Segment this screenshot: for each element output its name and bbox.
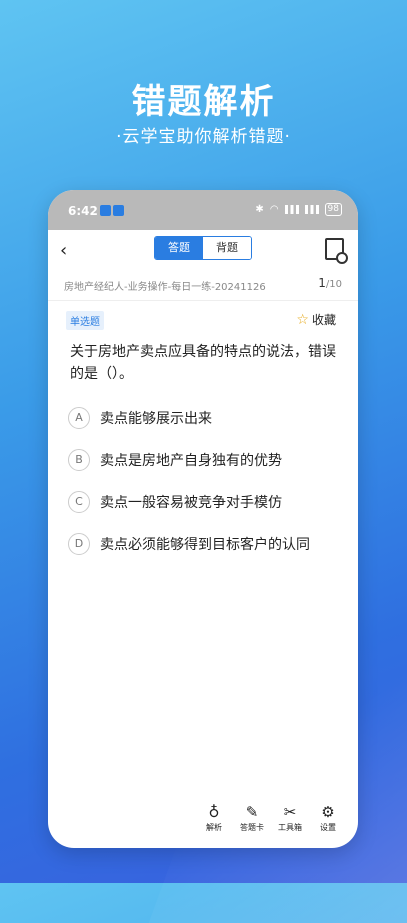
wifi-icon: ◠ bbox=[269, 204, 279, 215]
star-icon: ☆ bbox=[296, 311, 309, 328]
toolbar-settings[interactable]: ⚙ 设置 bbox=[314, 802, 342, 848]
phone-frame: 6:42 ✱ ◠ 98 ‹ 答题 背题 房地产经纪人-业务操作-每日一练-202… bbox=[48, 190, 358, 848]
paper-title: 房地产经纪人-业务操作-每日一练-20241126 bbox=[64, 282, 266, 293]
hero-title: 错题解析 bbox=[131, 82, 276, 122]
option-letter: C bbox=[68, 491, 90, 513]
tools-icon: ✂ bbox=[283, 803, 297, 821]
mode-segmented-control: 答题 背题 bbox=[154, 236, 252, 260]
tab-answer[interactable]: 答题 bbox=[155, 237, 203, 259]
bottom-toolbar: ♁ 解析 ✎ 答题卡 ✂ 工具箱 ⚙ 设置 bbox=[48, 802, 358, 848]
status-bar: 6:42 ✱ ◠ 98 bbox=[48, 190, 358, 230]
status-indicators: ✱ ◠ 98 bbox=[255, 203, 342, 216]
status-time: 6:42 bbox=[68, 204, 98, 218]
option-letter: B bbox=[68, 449, 90, 471]
toolbar-label: 工具箱 bbox=[278, 823, 302, 832]
option-b[interactable]: B 卖点是房地产自身独有的优势 bbox=[48, 439, 358, 481]
toolbar-label: 答题卡 bbox=[240, 823, 264, 832]
question-text: 关于房地产卖点应具备的特点的说法，错误的是（）。 bbox=[70, 344, 336, 382]
progress-current: 1 bbox=[318, 276, 326, 290]
option-text: 卖点是房地产自身独有的优势 bbox=[100, 453, 282, 469]
lightbulb-icon: ♁ bbox=[208, 803, 220, 821]
toolbar-answer-card[interactable]: ✎ 答题卡 bbox=[238, 802, 266, 848]
toolbar-analysis[interactable]: ♁ 解析 bbox=[200, 802, 228, 848]
answer-sheet-search-icon[interactable] bbox=[325, 238, 348, 264]
back-icon[interactable]: ‹ bbox=[60, 240, 67, 261]
toolbar-label: 解析 bbox=[206, 823, 222, 832]
favorite-label: 收藏 bbox=[311, 313, 336, 327]
toolbar-toolbox[interactable]: ✂ 工具箱 bbox=[276, 802, 304, 848]
favorite-button[interactable]: ☆ 收藏 bbox=[296, 311, 336, 328]
signal-icon-2 bbox=[304, 205, 319, 214]
option-d[interactable]: D 卖点必须能够得到目标客户的认同 bbox=[48, 523, 358, 565]
option-text: 卖点一般容易被竞争对手模仿 bbox=[100, 495, 282, 511]
hero-subtitle: ·云学宝助你解析错题· bbox=[116, 127, 291, 147]
question-header: 单选题 ☆ 收藏 bbox=[48, 309, 358, 337]
gear-icon: ⚙ bbox=[321, 803, 335, 821]
option-text: 卖点能够展示出来 bbox=[100, 411, 212, 427]
option-letter: A bbox=[68, 407, 90, 429]
app-notification-icon bbox=[100, 205, 111, 216]
tab-memorize[interactable]: 背题 bbox=[203, 237, 251, 259]
progress-total: /10 bbox=[325, 279, 342, 290]
options-list: A 卖点能够展示出来 B 卖点是房地产自身独有的优势 C 卖点一般容易被竞争对手… bbox=[48, 397, 358, 565]
nav-bar: ‹ 答题 背题 bbox=[48, 230, 358, 268]
toolbar-label: 设置 bbox=[320, 823, 336, 832]
bluetooth-icon: ✱ bbox=[255, 204, 264, 215]
option-letter: D bbox=[68, 533, 90, 555]
battery-icon: 98 bbox=[324, 203, 342, 216]
question-type-badge: 单选题 bbox=[66, 311, 104, 330]
option-c[interactable]: C 卖点一般容易被竞争对手模仿 bbox=[48, 481, 358, 523]
option-text: 卖点必须能够得到目标客户的认同 bbox=[100, 537, 310, 553]
cloud-notification-icon bbox=[113, 205, 124, 216]
question-progress: 1/10 bbox=[318, 276, 342, 290]
edit-icon: ✎ bbox=[245, 803, 259, 821]
signal-icon bbox=[284, 205, 299, 214]
paper-info-bar: 房地产经纪人-业务操作-每日一练-20241126 1/10 bbox=[48, 268, 358, 301]
option-a[interactable]: A 卖点能够展示出来 bbox=[48, 397, 358, 439]
